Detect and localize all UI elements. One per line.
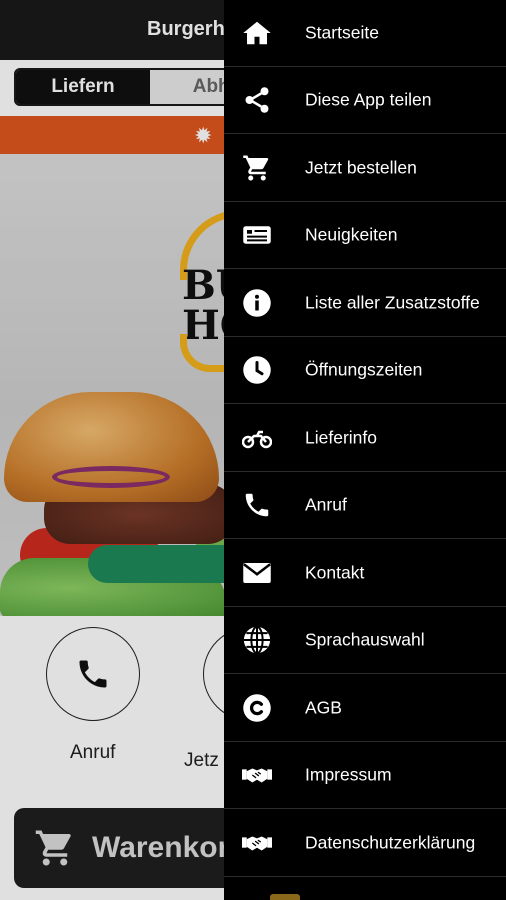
menu-item-label: Neuigkeiten [305,224,398,245]
menu-item-label: Kontakt [305,562,365,583]
menu-item-label: Sprachauswahl [305,629,425,650]
news-icon [240,220,274,250]
menu-item-label: Impressum [305,764,392,785]
menu-item-additives[interactable]: Liste aller Zusatzstoffe [224,270,506,337]
envelope-icon [240,558,274,588]
share-icon [240,85,274,115]
menu-item-call[interactable]: Anruf [224,472,506,539]
menu-item-privacy[interactable]: Datenschutzerklärung [224,810,506,877]
menu-item-agb[interactable]: AGB [224,675,506,742]
navigation-drawer: Startseite Diese App teilen Jetzt bestel… [224,0,506,900]
menu-item-startseite[interactable]: Startseite [224,0,506,67]
menu-item-label: Lieferinfo [305,427,377,448]
copyright-icon [240,693,274,723]
menu-item-label: Diese App teilen [305,89,432,110]
handshake-icon [240,828,274,858]
globe-icon [240,625,274,655]
menu-item-share-app[interactable]: Diese App teilen [224,67,506,134]
cart-icon [240,153,274,183]
menu-item-opening-hours[interactable]: Öffnungszeiten [224,337,506,404]
menu-item-label: Jetzt bestellen [305,157,417,178]
info-icon [240,288,274,318]
motorcycle-icon [240,423,274,453]
menu-item-contact[interactable]: Kontakt [224,540,506,607]
menu-item-delivery-info[interactable]: Lieferinfo [224,405,506,472]
menu-item-language[interactable]: Sprachauswahl [224,607,506,674]
menu-item-label: Öffnungszeiten [305,359,423,380]
phone-icon [240,490,274,520]
menu-item-label: Anruf [305,494,347,515]
menu-item-news[interactable]: Neuigkeiten [224,202,506,269]
menu-item-label: Datenschutzerklärung [305,832,476,853]
clock-icon [240,355,274,385]
menu-item-order-now[interactable]: Jetzt bestellen [224,135,506,202]
menu-item-label: Liste aller Zusatzstoffe [305,292,480,313]
menu-item-label: AGB [305,697,342,718]
next-menu-icon-partial [270,894,300,900]
menu-item-imprint[interactable]: Impressum [224,742,506,809]
handshake-icon [240,760,274,790]
menu-item-label: Startseite [305,22,379,43]
home-icon [240,18,274,48]
